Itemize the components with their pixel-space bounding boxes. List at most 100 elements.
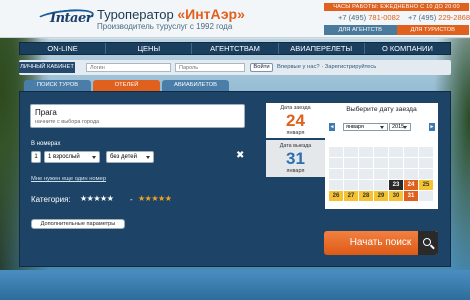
calendar-day[interactable]	[374, 158, 388, 168]
chevron-down-icon	[403, 126, 407, 129]
calendar-day[interactable]: 27	[344, 191, 358, 201]
room-number: 1	[31, 151, 41, 163]
tab-flights[interactable]: АВИАБИЛЕТОВ	[162, 80, 229, 91]
date-summary: Дата заезда 24 января Дата выезда 31 янв…	[266, 103, 325, 184]
calendar-day[interactable]	[374, 169, 388, 179]
extra-params-button[interactable]: Дополнительные параметры	[31, 219, 125, 229]
login-input[interactable]	[86, 63, 171, 72]
rooms-label: В номерах	[31, 141, 61, 147]
checkout-day: 31	[286, 149, 305, 168]
destination-input[interactable]: Прага начните с выбора города	[30, 104, 245, 128]
checkin-date[interactable]: Дата заезда 24 января	[266, 103, 325, 138]
calendar-weekday	[329, 137, 343, 146]
calendar-day[interactable]: 23	[389, 180, 403, 190]
logo[interactable]: Intaer	[35, 6, 95, 30]
calendar-day[interactable]	[419, 147, 433, 157]
calendar-day[interactable]	[404, 169, 418, 179]
working-hours: ЧАСЫ РАБОТЫ: ЕЖЕДНЕВНО С 10 ДО 20:00	[324, 3, 469, 11]
calendar-day[interactable]: 25	[419, 180, 433, 190]
phone-2: +7 (495) 229-2868	[408, 13, 470, 22]
main-nav: ON-LINE ЦЕНЫ АГЕНТСТВАМ АВИАПЕРЕЛЕТЫ О К…	[19, 42, 451, 55]
adults-select[interactable]: 1 взрослый	[44, 151, 100, 163]
calendar-day[interactable]	[404, 147, 418, 157]
calendar-day[interactable]	[359, 147, 373, 157]
calendar-weekday	[344, 137, 358, 146]
stars-from-select[interactable]: ★★★★★	[80, 194, 114, 203]
destination-hint: начните с выбора города	[35, 119, 100, 125]
calendar-month-select[interactable]: января	[343, 123, 388, 131]
calendar-day[interactable]	[344, 180, 358, 190]
search-icon[interactable]	[418, 231, 438, 255]
agents-tab[interactable]: ДЛЯ АГЕНТСТВ	[324, 25, 397, 35]
chevron-down-icon	[380, 126, 384, 129]
calendar-year-select[interactable]: 2015	[389, 123, 411, 131]
calendar-day[interactable]	[344, 147, 358, 157]
nav-about[interactable]: О КОМПАНИИ	[365, 43, 450, 54]
register-link[interactable]: Впервые у нас? · Зарегистрируйтесь	[277, 64, 376, 70]
calendar-day[interactable]: 28	[359, 191, 373, 201]
calendar-day[interactable]	[329, 158, 343, 168]
calendar-day[interactable]	[389, 169, 403, 179]
calendar-day[interactable]	[389, 158, 403, 168]
add-room-link[interactable]: Мне нужен еще один номер	[31, 176, 106, 182]
brand-prefix: Туроператор	[97, 7, 174, 22]
login-bar: ЛИЧНЫЙ КАБИНЕТ Войти Впервые у нас? · За…	[19, 60, 451, 75]
calendar-day[interactable]: 31	[404, 191, 418, 201]
nav-flights[interactable]: АВИАПЕРЕЛЕТЫ	[279, 43, 365, 54]
calendar-day[interactable]	[419, 169, 433, 179]
logo-text: Intaer	[50, 11, 93, 26]
checkin-month: января	[286, 130, 305, 136]
calendar-day[interactable]	[344, 169, 358, 179]
calendar-day[interactable]	[404, 158, 418, 168]
calendar-next-icon[interactable]: ►	[429, 123, 435, 131]
calendar: Выберите дату заезда ◄ января 2015 ► 23 2…	[325, 103, 438, 209]
calendar-day[interactable]	[374, 147, 388, 157]
tab-tours[interactable]: ПОИСК ТУРОВ	[24, 80, 91, 91]
calendar-day[interactable]: 29	[374, 191, 388, 201]
nav-online[interactable]: ON-LINE	[20, 43, 107, 54]
checkin-day: 24	[286, 111, 305, 130]
login-button[interactable]: Войти	[250, 63, 273, 72]
search-tabs: ПОИСК ТУРОВ ОТЕЛЕЙ АВИАБИЛЕТОВ	[24, 80, 244, 91]
chevron-down-icon	[146, 156, 150, 159]
calendar-day[interactable]	[344, 158, 358, 168]
password-input[interactable]	[175, 63, 245, 72]
calendar-day[interactable]: 24	[404, 180, 418, 190]
header: Intaer Туроператор «ИнтАэр» Производител…	[0, 0, 470, 38]
calendar-day[interactable]	[359, 169, 373, 179]
calendar-weekday	[404, 137, 418, 146]
calendar-weekday	[359, 137, 373, 146]
phones: +7 (495) 781-0082 +7 (495) 229-2868	[338, 13, 470, 22]
calendar-day[interactable]: 26	[329, 191, 343, 201]
calendar-day[interactable]	[389, 147, 403, 157]
destination-value: Прага	[35, 108, 57, 117]
calendar-prev-icon[interactable]: ◄	[329, 123, 335, 131]
tab-hotels[interactable]: ОТЕЛЕЙ	[93, 80, 160, 91]
brand-name: «ИнтАэр»	[177, 6, 245, 22]
calendar-day[interactable]	[329, 169, 343, 179]
kids-select[interactable]: без детей	[106, 151, 154, 163]
calendar-grid: 23 24 25 26 27 28 29 30 31	[329, 137, 434, 201]
sea-background	[0, 270, 470, 300]
calendar-day[interactable]	[329, 180, 343, 190]
calendar-weekday	[389, 137, 403, 146]
audience-switch: ДЛЯ АГЕНТСТВ ДЛЯ ТУРИСТОВ	[324, 25, 469, 35]
nav-prices[interactable]: ЦЕНЫ	[106, 43, 193, 54]
tagline: Производитель туруслуг с 1992 года	[97, 22, 233, 31]
stars-to-select[interactable]: ★★★★★	[138, 194, 172, 203]
calendar-day[interactable]	[359, 158, 373, 168]
calendar-day[interactable]: 30	[389, 191, 403, 201]
calendar-title: Выберите дату заезда	[346, 106, 417, 113]
checkout-date[interactable]: Дата выезда 31 января	[266, 140, 325, 177]
calendar-day[interactable]	[329, 147, 343, 157]
calendar-day[interactable]	[374, 180, 388, 190]
nav-agencies[interactable]: АГЕНТСТВАМ	[192, 43, 279, 54]
tourists-tab[interactable]: ДЛЯ ТУРИСТОВ	[396, 25, 469, 35]
calendar-day[interactable]	[419, 191, 433, 201]
calendar-day[interactable]	[359, 180, 373, 190]
calendar-weekday	[419, 137, 433, 146]
calendar-day[interactable]	[419, 158, 433, 168]
remove-room-icon[interactable]: ✖	[236, 151, 245, 161]
calendar-weekday	[374, 137, 388, 146]
personal-cabinet-label: ЛИЧНЫЙ КАБИНЕТ	[19, 62, 75, 73]
